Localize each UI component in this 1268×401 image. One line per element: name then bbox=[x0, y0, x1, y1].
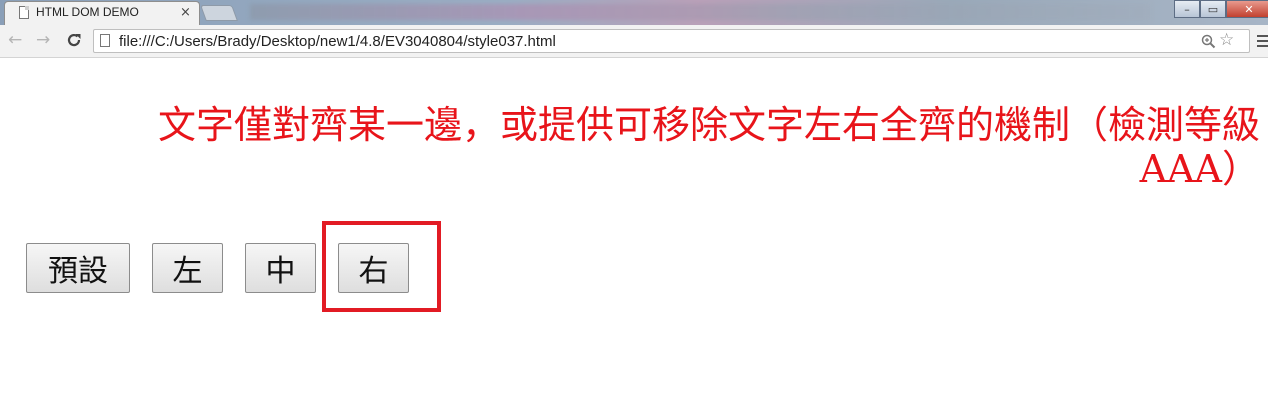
new-tab-button[interactable] bbox=[200, 5, 238, 21]
heading-line-1: 文字僅對齊某一邊，或提供可移除文字左右全齊的機制（檢測等級 bbox=[157, 103, 1260, 147]
minimize-icon[interactable]: – bbox=[1174, 0, 1200, 18]
heading-line-2: AAA） bbox=[1139, 147, 1260, 191]
maximize-icon[interactable]: ▭ bbox=[1200, 0, 1226, 18]
center-align-button[interactable]: 中 bbox=[245, 243, 316, 293]
background-window-blur bbox=[250, 4, 1150, 20]
page-heading: 文字僅對齊某一邊，或提供可移除文字左右全齊的機制（檢測等級 AAA） bbox=[20, 103, 1260, 191]
zoom-icon[interactable] bbox=[1201, 32, 1216, 53]
page-content: 文字僅對齊某一邊，或提供可移除文字左右全齊的機制（檢測等級 AAA） 預設 左 … bbox=[0, 59, 1268, 401]
tab-title: HTML DOM DEMO bbox=[36, 5, 139, 19]
page-icon bbox=[100, 34, 110, 47]
url-text[interactable]: file:///C:/Users/Brady/Desktop/new1/4.8/… bbox=[119, 33, 556, 50]
window-controls: – ▭ ✕ bbox=[1174, 0, 1268, 18]
browser-toolbar: ← → file:///C:/Users/Brady/Desktop/new1/… bbox=[0, 25, 1268, 58]
window-titlebar: HTML DOM DEMO × – ▭ ✕ bbox=[0, 0, 1268, 25]
bookmark-star-icon[interactable]: ☆ bbox=[1219, 30, 1234, 50]
tab-close-icon[interactable]: × bbox=[180, 4, 191, 22]
back-arrow-icon[interactable]: ← bbox=[8, 29, 22, 51]
left-align-button[interactable]: 左 bbox=[152, 243, 223, 293]
close-window-icon[interactable]: ✕ bbox=[1226, 0, 1268, 18]
page-icon bbox=[19, 6, 29, 19]
highlight-box bbox=[322, 221, 441, 312]
menu-icon[interactable] bbox=[1257, 35, 1268, 47]
address-bar[interactable]: file:///C:/Users/Brady/Desktop/new1/4.8/… bbox=[93, 29, 1250, 53]
reload-icon[interactable] bbox=[66, 29, 82, 54]
tab-html-dom-demo[interactable]: HTML DOM DEMO × bbox=[4, 1, 200, 25]
forward-arrow-icon[interactable]: → bbox=[36, 29, 50, 51]
default-align-button[interactable]: 預設 bbox=[26, 243, 130, 293]
